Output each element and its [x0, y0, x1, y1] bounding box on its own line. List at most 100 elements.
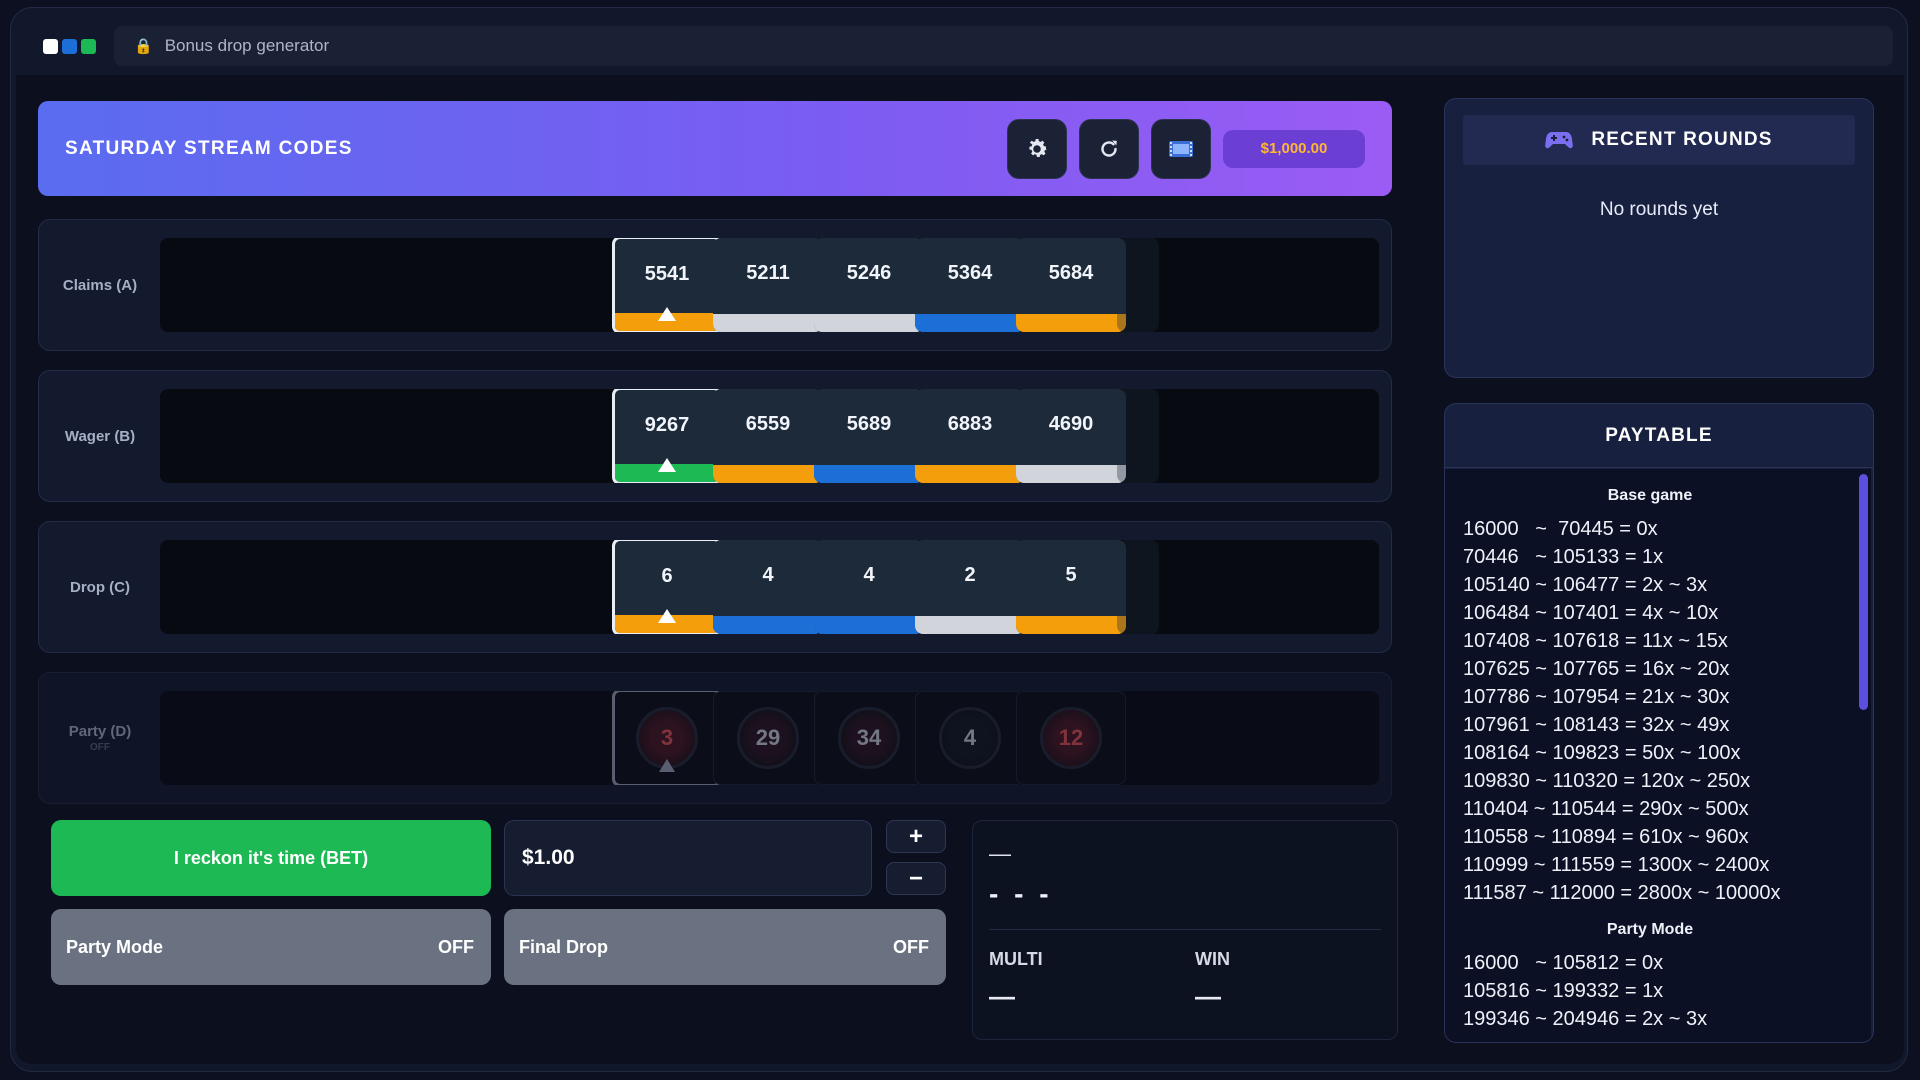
- reel-cell-partial: [1117, 389, 1159, 483]
- bet-button[interactable]: I reckon it's time (BET): [51, 820, 491, 896]
- paytable-row: 109830 ~ 110320 = 120x ~ 250x: [1463, 770, 1751, 792]
- paytable-row: 108164 ~ 109823 = 50x ~ 100x: [1463, 742, 1741, 764]
- balance-badge: $1,000.00: [1223, 129, 1365, 168]
- film-icon: [1169, 140, 1193, 157]
- reel-cell-value: 5684: [1048, 262, 1094, 284]
- reel-row-claims: Claims (A) 5541 5211 5246 5364 5684: [38, 219, 1392, 351]
- party-mode-state: OFF: [438, 936, 474, 957]
- reel-cell-color-bar: [1016, 314, 1126, 332]
- paytable-row: 111587 ~ 112000 = 2800x ~ 10000x: [1463, 882, 1781, 904]
- paytable-list[interactable]: Base game 16000 ~ 70445 = 0x 70446 ~ 1051…: [1445, 469, 1855, 1042]
- paytable-row: 106484 ~ 107401 = 4x ~ 10x: [1463, 602, 1719, 624]
- reel-cell: 5211: [713, 238, 823, 332]
- party-reel-track: 3 29 34 4 12: [160, 691, 1379, 785]
- paytable-panel: PAYTABLE Base game 16000 ~ 70445 = 0x 704…: [1444, 403, 1874, 1043]
- reel-cell-value: 5541: [644, 263, 690, 285]
- reel-cell: 4: [814, 540, 924, 634]
- reel-cell-value: 5211: [746, 262, 790, 284]
- result-code: - - -: [989, 878, 1053, 909]
- reel-cell-value: 5246: [846, 262, 892, 284]
- recent-rounds-header: RECENT ROUNDS: [1463, 115, 1855, 165]
- reel-cell-value: 4690: [1048, 413, 1094, 435]
- reel-cell: 4690: [1016, 389, 1126, 483]
- gamepad-icon: [1545, 132, 1574, 149]
- refresh-button[interactable]: [1079, 118, 1139, 179]
- main-content: SATURDAY STREAM CODES $1,000.00 Claims (…: [16, 75, 1904, 1064]
- selection-marker-icon: [658, 458, 676, 472]
- reel-cell-color-bar: [915, 314, 1025, 332]
- reel-cell-value: 6: [661, 565, 673, 587]
- recent-rounds-empty: No rounds yet: [1599, 199, 1719, 220]
- final-drop-label: Final Drop: [519, 936, 608, 957]
- row-label: Wager (B): [64, 427, 136, 445]
- selection-marker-icon: [658, 307, 676, 321]
- reel-cell-value: 5689: [846, 413, 892, 435]
- party-row-label: Party (D): [68, 723, 132, 740]
- paytable-section-base: Base game: [1607, 487, 1693, 504]
- party-mode-toggle[interactable]: Party Mode OFF: [51, 909, 491, 985]
- reel-cell-value: 5: [1065, 564, 1077, 586]
- result-status: —: [989, 841, 1011, 866]
- lock-icon: 🔒: [134, 38, 153, 55]
- reel-cell-partial: [1117, 540, 1159, 634]
- reel-cell: 5684: [1016, 238, 1126, 332]
- window-dot-close[interactable]: [43, 38, 58, 54]
- stake-input[interactable]: $1.00: [504, 820, 872, 896]
- reel-cell-value: 4: [762, 564, 774, 586]
- settings-button[interactable]: [1007, 118, 1067, 179]
- reel-cell: 5246: [814, 238, 924, 332]
- recent-rounds-title: RECENT ROUNDS: [1591, 129, 1773, 150]
- reel-cell-color-bar: [814, 465, 924, 483]
- reel-cell-value: 6559: [745, 413, 791, 435]
- result-panel: — - - - MULTI WIN — —: [972, 820, 1398, 1040]
- paytable-scroll-thumb[interactable]: [1859, 474, 1868, 710]
- paytable-row: 199346 ~ 204946 = 2x ~ 3x: [1463, 1008, 1708, 1030]
- party-cell: 3: [612, 691, 722, 785]
- reel-cell-color-bar: [713, 616, 823, 634]
- reel-cell: 5364: [915, 238, 1025, 332]
- gear-icon: [1029, 138, 1048, 157]
- stake-decrease-button[interactable]: −: [886, 862, 946, 895]
- recent-rounds-panel: RECENT ROUNDS No rounds yet: [1444, 98, 1874, 378]
- page-title: SATURDAY STREAM CODES: [65, 137, 353, 159]
- address-bar-title: Bonus drop generator: [164, 36, 330, 55]
- reel-row-wager: Wager (B) 9267 6559 5689 6883 4690: [38, 370, 1392, 502]
- paytable-row: 105816 ~ 199332 = 1x: [1463, 980, 1664, 1002]
- divider: [989, 929, 1381, 930]
- paytable-row: 110999 ~ 111559 = 1300x ~ 2400x: [1463, 854, 1770, 876]
- paytable-row: 107625 ~ 107765 = 16x ~ 20x: [1463, 658, 1730, 680]
- reel-cell-color-bar: [1016, 616, 1126, 634]
- win-label: WIN: [1195, 949, 1230, 969]
- multi-value: —: [989, 981, 1015, 1011]
- replay-button[interactable]: [1151, 118, 1211, 179]
- selection-marker-icon: [658, 609, 676, 623]
- address-bar[interactable]: 🔒 Bonus drop generator: [114, 26, 1893, 66]
- final-drop-toggle[interactable]: Final Drop OFF: [504, 909, 946, 985]
- party-cell: 34: [814, 691, 924, 785]
- reel-cell-value: 2: [964, 564, 976, 586]
- reel-cell: 2: [915, 540, 1025, 634]
- party-coin: 34: [838, 707, 900, 769]
- reel-cell-value: 6883: [947, 413, 993, 435]
- party-coin: 29: [737, 707, 799, 769]
- window-dot-maximize[interactable]: [81, 38, 96, 54]
- paytable-row: 110558 ~ 110894 = 610x ~ 960x: [1463, 826, 1749, 848]
- window-dot-minimize[interactable]: [62, 38, 77, 54]
- game-header: SATURDAY STREAM CODES $1,000.00: [38, 101, 1392, 196]
- row-label: Drop (C): [70, 578, 130, 596]
- reel-cell-selected: 6: [612, 540, 722, 634]
- title-bar: 🔒 Bonus drop generator: [25, 18, 1893, 74]
- reel-cell-selected: 9267: [612, 389, 722, 483]
- reel-track: 5541 5211 5246 5364 5684: [160, 238, 1379, 332]
- reel-cell: 5: [1016, 540, 1126, 634]
- stake-increase-button[interactable]: +: [886, 820, 946, 853]
- party-mode-label: Party Mode: [66, 936, 164, 957]
- paytable-row: 107786 ~ 107954 = 21x ~ 30x: [1463, 686, 1730, 708]
- reel-cell-color-bar: [1016, 465, 1126, 483]
- reel-cell: 6559: [713, 389, 823, 483]
- reel-track: 6 4 4 2 5: [160, 540, 1379, 634]
- reel-cell: 4: [713, 540, 823, 634]
- reel-cell-color-bar: [713, 314, 823, 332]
- paytable-row: 16000 ~ 105812 = 0x: [1463, 952, 1664, 974]
- party-cell: 29: [713, 691, 823, 785]
